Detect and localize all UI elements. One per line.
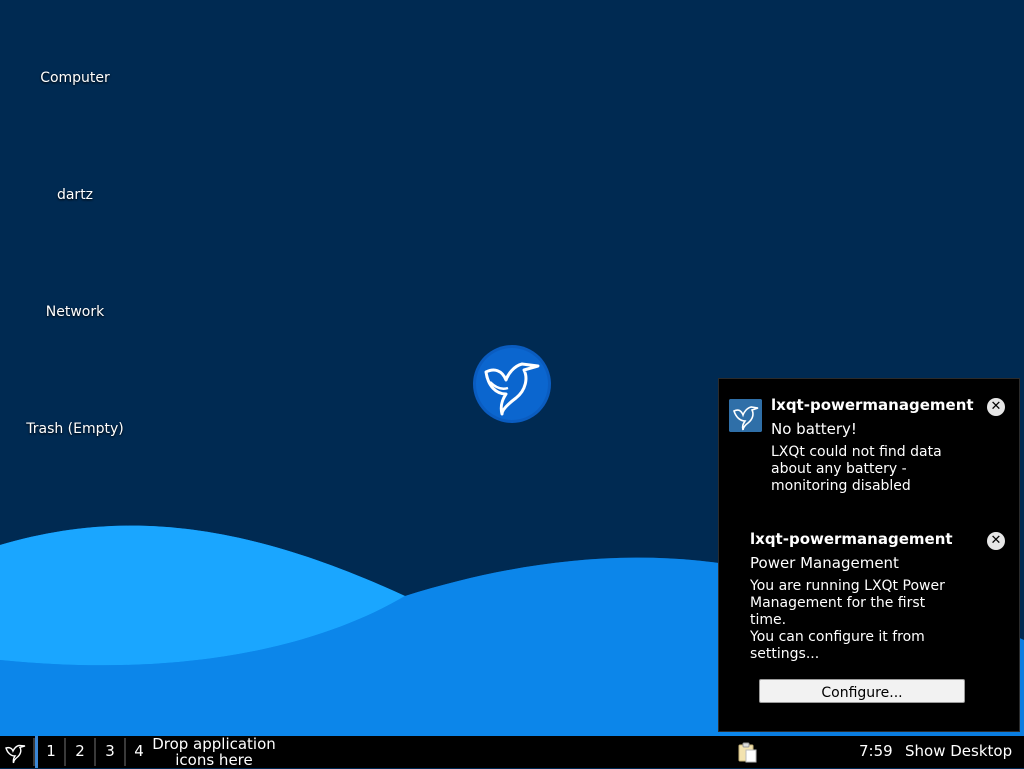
desktop-icon-label: dartz [56,187,94,203]
workspace-4-button[interactable]: 4 [128,736,150,768]
notification-title: lxqt-powermanagement [750,530,953,548]
workspace-3-button[interactable]: 3 [98,736,122,768]
notification-summary: Power Management [750,554,899,572]
desktop-icon-trash[interactable]: Trash (Empty) [0,421,150,437]
notification-body: LXQt could not find data about any batte… [771,444,942,494]
separator [94,738,96,766]
clock[interactable]: 7:59 [859,736,895,768]
close-icon[interactable]: ✕ [987,532,1005,550]
clipboard-icon[interactable] [736,741,758,763]
lxqt-bird-icon [729,399,762,432]
notification-power-management[interactable]: lxqt-powermanagement Power Management Yo… [719,514,1019,729]
workspace-2-button[interactable]: 2 [68,736,92,768]
desktop-icon-label: Computer [40,70,110,86]
desktop-icon-label: Trash (Empty) [26,421,124,437]
close-icon[interactable]: ✕ [987,398,1005,416]
show-desktop-button[interactable]: Show Desktop [905,736,1020,768]
configure-button[interactable]: Configure... [759,679,965,703]
desktop-icon-computer[interactable]: Computer [0,70,150,86]
lxqt-bird-icon[interactable] [4,740,28,764]
lxqt-bird-logo [473,345,551,423]
desktop-icon-network[interactable]: Network [0,304,150,320]
desktop-icon-label: Network [45,304,105,320]
notification-area: lxqt-powermanagement No battery! LXQt co… [718,378,1020,732]
quicklaunch-placeholder: Drop application icons here [152,735,276,769]
desktop-icon-home[interactable]: dartz [0,187,150,203]
workspace-1-button[interactable]: 1 [35,736,64,768]
taskbar: 1 2 3 4 Drop application icons here 7:59… [0,736,1024,768]
separator [64,738,66,766]
notification-no-battery[interactable]: lxqt-powermanagement No battery! LXQt co… [719,379,1019,509]
notification-title: lxqt-powermanagement [771,396,974,414]
notification-summary: No battery! [771,420,857,438]
notification-body: You are running LXQt Power Management fo… [750,578,945,662]
separator [124,738,126,766]
